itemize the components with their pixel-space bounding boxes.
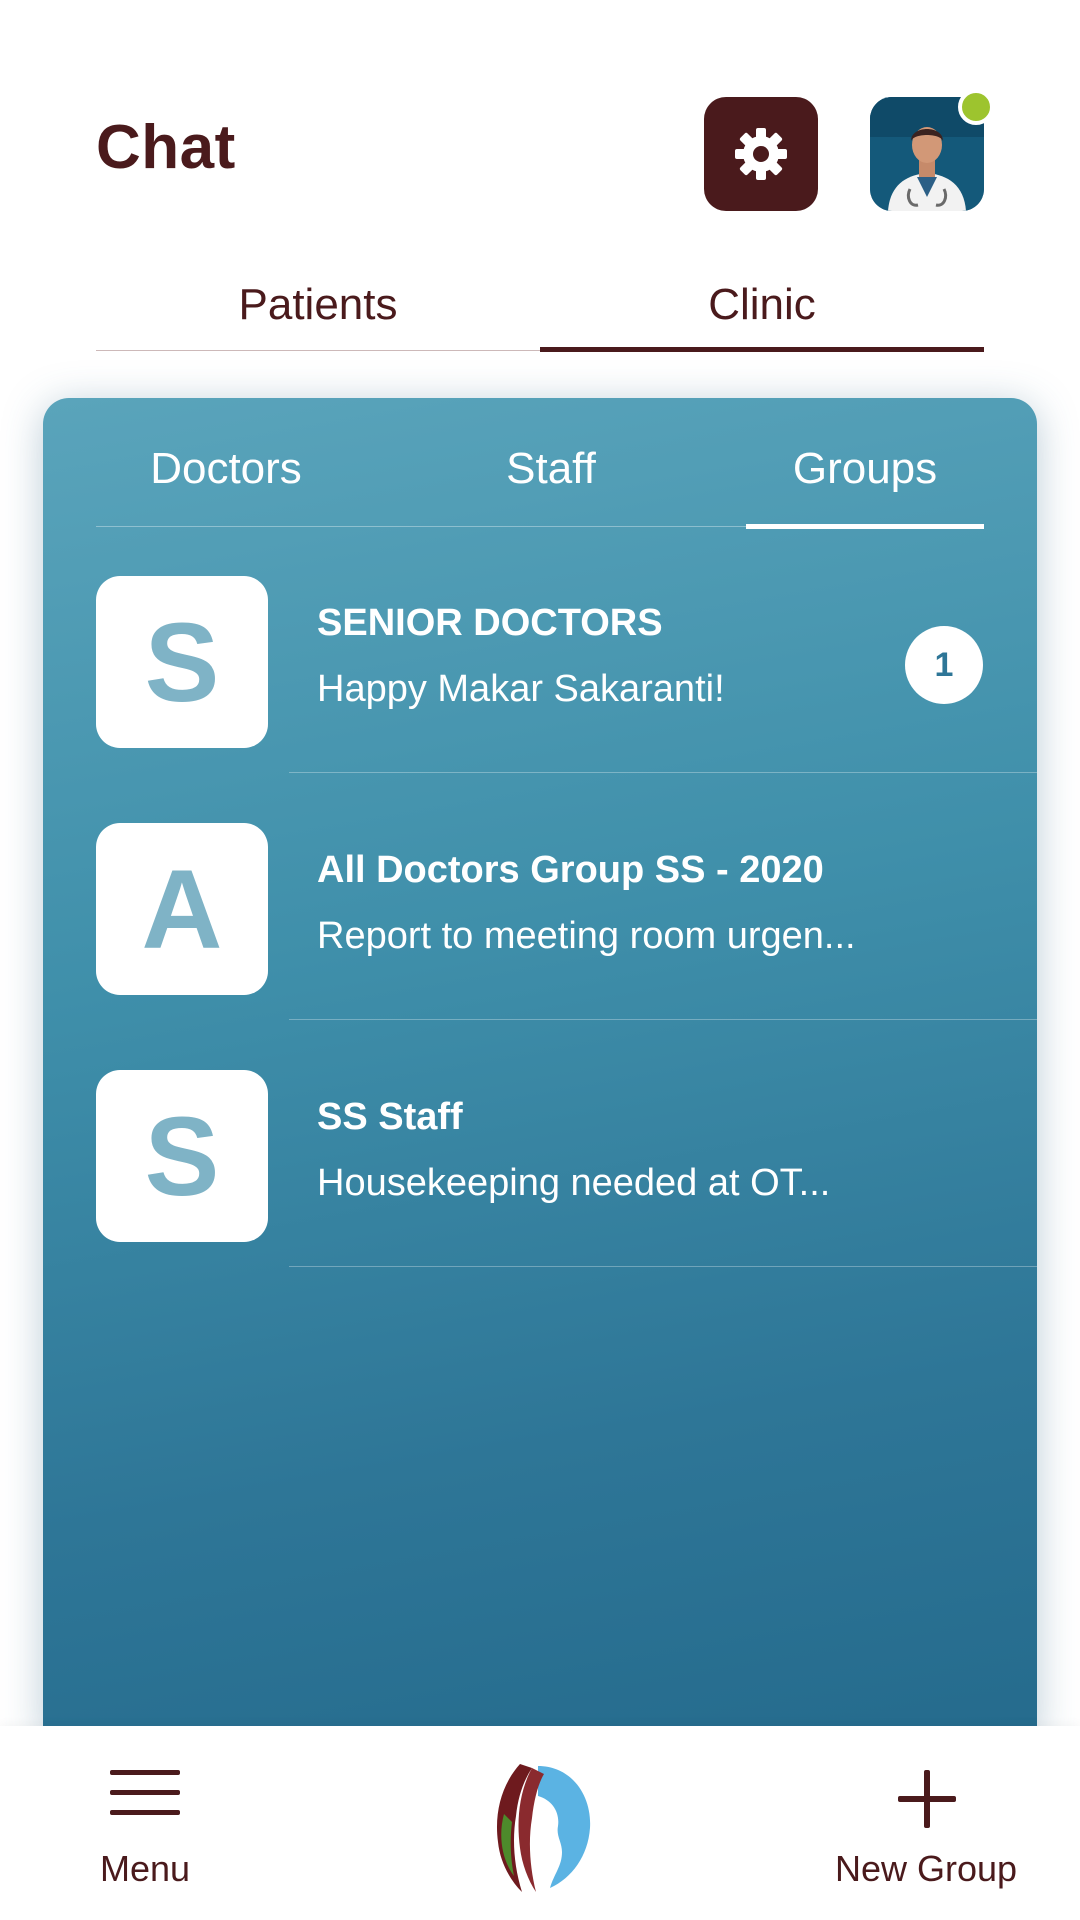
group-row-all-doctors[interactable]: A All Doctors Group SS - 2020 Report to … bbox=[43, 773, 1037, 1020]
group-last-message: Report to meeting room urgen... bbox=[317, 915, 856, 957]
unread-badge: 1 bbox=[905, 626, 983, 704]
group-row-senior-doctors[interactable]: S SENIOR DOCTORS Happy Makar Sakaranti! … bbox=[43, 526, 1037, 773]
group-avatar: S bbox=[96, 576, 268, 748]
group-last-message: Housekeeping needed at OT... bbox=[317, 1162, 831, 1204]
plus-icon bbox=[898, 1770, 956, 1828]
groups-panel: Doctors Staff Groups S SENIOR DOCTORS Ha… bbox=[43, 398, 1037, 1738]
gear-icon bbox=[735, 128, 787, 180]
tab-doctors[interactable]: Doctors bbox=[96, 428, 356, 526]
tab-clinic[interactable]: Clinic bbox=[540, 268, 984, 352]
page-title: Chat bbox=[96, 113, 236, 182]
menu-button[interactable]: Menu bbox=[90, 1768, 200, 1898]
group-list: S SENIOR DOCTORS Happy Makar Sakaranti! … bbox=[43, 526, 1037, 1267]
group-name: All Doctors Group SS - 2020 bbox=[317, 849, 824, 891]
group-name: SENIOR DOCTORS bbox=[317, 602, 663, 644]
sub-tabs: Doctors Staff Groups bbox=[96, 428, 984, 529]
hamburger-menu-icon bbox=[110, 1770, 180, 1815]
group-row-ss-staff[interactable]: S SS Staff Housekeeping needed at OT... bbox=[43, 1020, 1037, 1267]
top-tabs: Patients Clinic bbox=[96, 268, 984, 352]
bottom-bar: Menu New Group bbox=[0, 1726, 1080, 1920]
tab-patients[interactable]: Patients bbox=[96, 268, 540, 350]
tab-groups[interactable]: Groups bbox=[746, 428, 984, 529]
menu-label: Menu bbox=[99, 1848, 191, 1889]
tab-staff[interactable]: Staff bbox=[356, 428, 746, 526]
chat-screen: Chat Patients Clinic Doctors Staff Group… bbox=[0, 0, 1080, 1920]
group-avatar: S bbox=[96, 1070, 268, 1242]
profile-avatar-button[interactable] bbox=[870, 89, 994, 211]
new-group-label: New Group bbox=[834, 1848, 1018, 1889]
app-logo-icon[interactable] bbox=[480, 1756, 598, 1896]
group-last-message: Happy Makar Sakaranti! bbox=[317, 668, 725, 710]
group-avatar: A bbox=[96, 823, 268, 995]
settings-button[interactable] bbox=[704, 97, 818, 211]
online-status-dot bbox=[958, 89, 994, 125]
new-group-button[interactable]: New Group bbox=[816, 1768, 1036, 1898]
group-name: SS Staff bbox=[317, 1096, 463, 1138]
